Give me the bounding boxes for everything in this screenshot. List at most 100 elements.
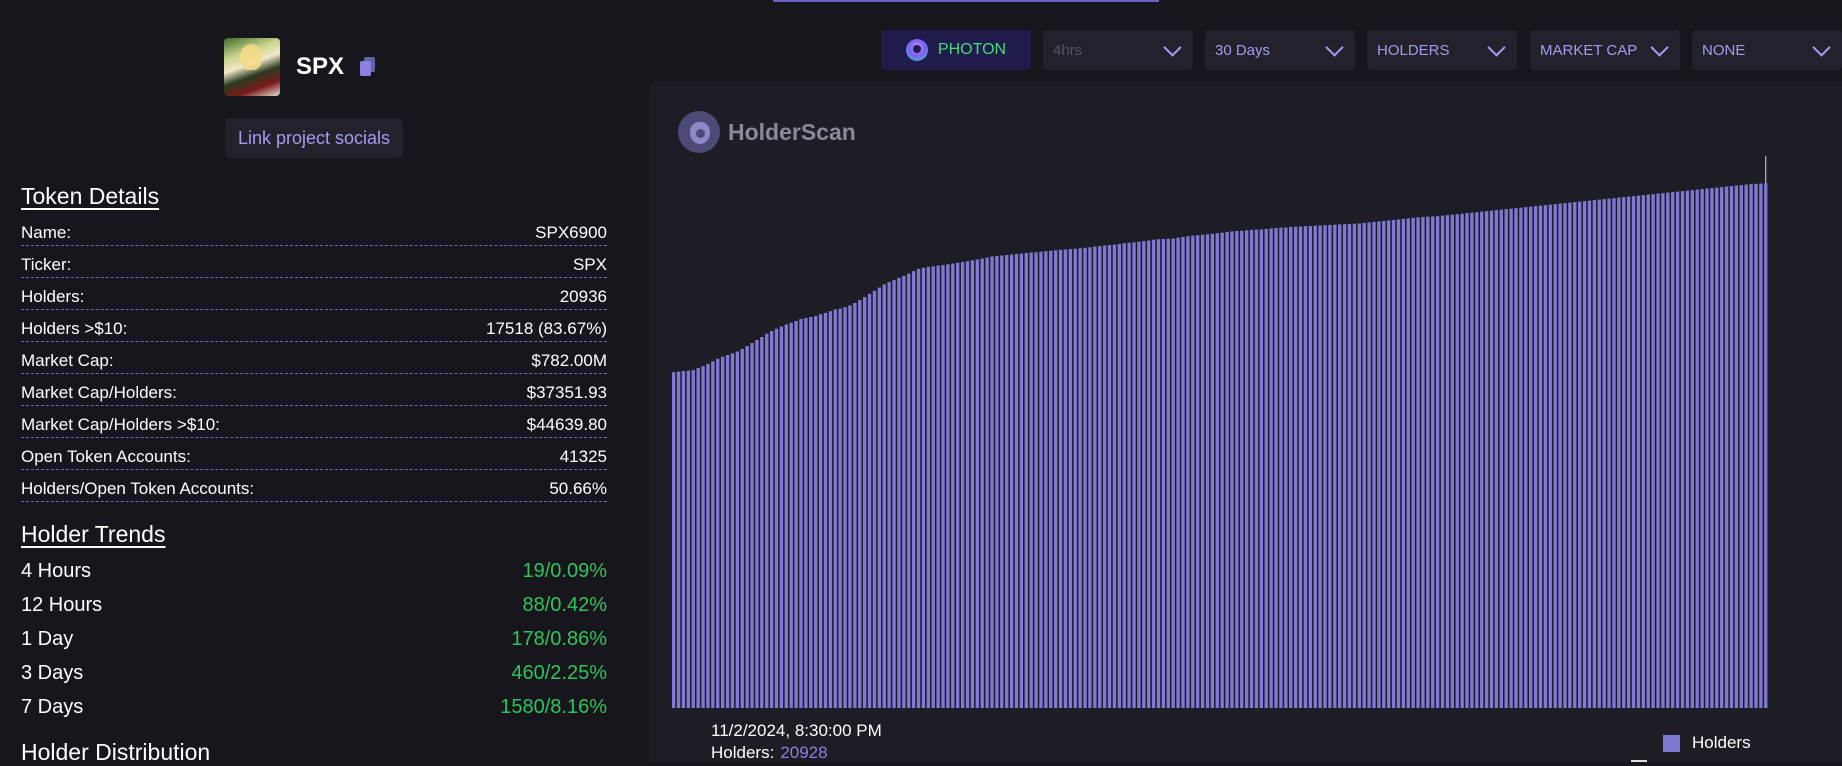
holders-bar[interactable] xyxy=(1230,231,1234,708)
holders-bar[interactable] xyxy=(1210,233,1215,708)
holders-bar[interactable] xyxy=(720,356,725,708)
holders-bar[interactable] xyxy=(765,333,769,708)
holders-bar[interactable] xyxy=(990,256,994,708)
holders-bar[interactable] xyxy=(1147,240,1151,709)
holders-bar[interactable] xyxy=(956,262,960,708)
holders-bar[interactable] xyxy=(1220,232,1224,708)
holders-bar[interactable] xyxy=(1563,203,1567,708)
holders-bar[interactable] xyxy=(1675,191,1680,709)
holders-bar[interactable] xyxy=(1460,213,1464,708)
holders-bar[interactable] xyxy=(1396,219,1401,708)
holders-bar[interactable] xyxy=(711,361,715,708)
holders-bar[interactable] xyxy=(1367,222,1371,708)
holders-bar[interactable] xyxy=(1068,249,1073,708)
holders-bar[interactable] xyxy=(1181,236,1185,708)
holders-bar[interactable] xyxy=(1470,212,1474,708)
holders-bar[interactable] xyxy=(745,346,749,708)
photon-button[interactable]: PHOTON xyxy=(881,30,1031,70)
interval-select[interactable]: 4hrs xyxy=(1043,30,1193,70)
holders-bar[interactable] xyxy=(1475,212,1479,708)
holders-bar[interactable] xyxy=(1626,196,1631,708)
holders-bar[interactable] xyxy=(1039,251,1043,708)
holders-bar[interactable] xyxy=(1122,243,1126,709)
holders-bar[interactable] xyxy=(1631,196,1636,709)
holders-bar[interactable] xyxy=(1636,195,1641,709)
holders-bar[interactable] xyxy=(1215,233,1219,708)
holders-bar[interactable] xyxy=(1244,230,1249,708)
holders-bar[interactable] xyxy=(1607,198,1611,708)
holders-bar[interactable] xyxy=(740,349,744,708)
holders-bar[interactable] xyxy=(1617,197,1621,708)
holders-bar[interactable] xyxy=(1249,229,1254,708)
holders-bar[interactable] xyxy=(1000,255,1004,708)
holders-bar[interactable] xyxy=(985,257,989,708)
holders-bar[interactable] xyxy=(1362,222,1366,708)
holders-bar[interactable] xyxy=(1739,185,1743,708)
holders-bar[interactable] xyxy=(1382,220,1386,708)
holders-bar[interactable] xyxy=(951,263,955,708)
holders-bar[interactable] xyxy=(814,315,818,708)
holders-bar[interactable] xyxy=(1661,193,1665,709)
holders-bar[interactable] xyxy=(818,314,823,708)
holders-bar[interactable] xyxy=(1073,248,1077,708)
holders-bar[interactable] xyxy=(1303,226,1308,708)
holders-bar[interactable] xyxy=(1764,183,1768,708)
holders-bar[interactable] xyxy=(1573,202,1577,708)
holders-bar[interactable] xyxy=(1680,191,1685,709)
holders-bar[interactable] xyxy=(779,326,784,708)
holders-bar[interactable] xyxy=(1176,237,1180,709)
holders-bar[interactable] xyxy=(1494,210,1499,708)
holders-bar[interactable] xyxy=(1504,209,1508,708)
holders-bar[interactable] xyxy=(1377,221,1381,708)
holders-bar[interactable] xyxy=(882,284,886,708)
holders-bar[interactable] xyxy=(1455,214,1459,708)
holders-bar[interactable] xyxy=(1078,248,1082,708)
holders-bar[interactable] xyxy=(1558,203,1562,708)
holders-bar[interactable] xyxy=(941,265,945,708)
holders-bar[interactable] xyxy=(784,324,788,708)
holders-bar[interactable] xyxy=(1597,199,1601,708)
holders-bar[interactable] xyxy=(1519,207,1523,708)
holders-bar[interactable] xyxy=(1005,255,1009,708)
holders-bar[interactable] xyxy=(1705,188,1709,709)
holders-bar[interactable] xyxy=(1117,243,1121,709)
holders-bar[interactable] xyxy=(1342,224,1347,708)
holders-bar[interactable] xyxy=(730,353,735,708)
holders-bar[interactable] xyxy=(1700,189,1704,709)
holders-bar[interactable] xyxy=(970,260,975,708)
holders-bar[interactable] xyxy=(1543,205,1548,708)
holders-bar[interactable] xyxy=(1465,213,1469,708)
holders-bar[interactable] xyxy=(1053,250,1058,708)
holders-bar[interactable] xyxy=(1225,231,1229,708)
holders-bar[interactable] xyxy=(907,273,911,708)
holders-bar[interactable] xyxy=(1440,215,1445,709)
holders-bar[interactable] xyxy=(872,290,877,708)
holders-bar[interactable] xyxy=(946,264,950,708)
holders-bar[interactable] xyxy=(1450,214,1454,708)
holders-bar[interactable] xyxy=(911,271,916,708)
holders-bar[interactable] xyxy=(701,366,705,708)
holders-bar[interactable] xyxy=(1582,201,1587,708)
holders-bar[interactable] xyxy=(1014,254,1019,708)
holders-bar[interactable] xyxy=(1200,234,1205,708)
holders-bar[interactable] xyxy=(1254,229,1259,708)
holders-bar[interactable] xyxy=(1612,198,1616,708)
holders-bar[interactable] xyxy=(995,256,999,708)
holders-bar[interactable] xyxy=(1063,249,1068,708)
holders-bar[interactable] xyxy=(877,287,882,708)
holders-bar[interactable] xyxy=(1357,223,1361,708)
holders-bar[interactable] xyxy=(1754,183,1758,708)
holders-bar[interactable] xyxy=(1372,221,1376,708)
holders-bar[interactable] xyxy=(1102,245,1107,709)
holders-bar[interactable] xyxy=(1416,217,1420,709)
holders-bar[interactable] xyxy=(1009,254,1014,708)
holders-bar[interactable] xyxy=(1034,252,1038,708)
holders-bar[interactable] xyxy=(902,275,906,708)
holders-bar[interactable] xyxy=(716,358,720,708)
holders-bar[interactable] xyxy=(1548,204,1552,708)
holders-bar[interactable] xyxy=(1171,238,1175,709)
holders-bar[interactable] xyxy=(1715,187,1719,709)
holders-bar[interactable] xyxy=(833,309,837,708)
holders-bar[interactable] xyxy=(892,280,896,708)
holders-bar[interactable] xyxy=(1196,235,1200,708)
